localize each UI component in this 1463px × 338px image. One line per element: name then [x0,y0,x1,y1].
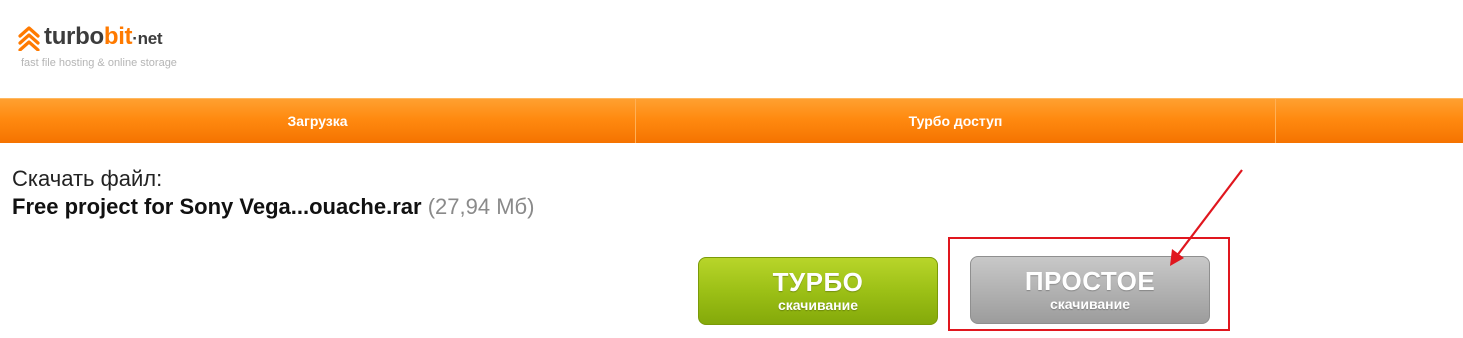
nav-item-extra[interactable] [1276,99,1463,143]
logo-text: turbobit·net [44,23,163,53]
red-arrow-icon [1170,169,1243,266]
turbo-download-button[interactable]: ТУРБО скачивание [698,257,938,325]
nav-item-turbo-access[interactable]: Турбо доступ [636,99,1276,143]
logo-chevron-icon [18,26,40,51]
nav-item-upload[interactable]: Загрузка [0,99,636,143]
site-logo[interactable]: turbobit·net [18,23,163,53]
logo-text-turbo: turbo [44,23,104,50]
turbo-button-title: ТУРБО [772,267,864,297]
turbo-button-subtitle: скачивание [777,297,859,313]
file-name: Free project for Sony Vega...ouache.rar [12,194,422,219]
download-file-info: Free project for Sony Vega...ouache.rar … [12,194,534,220]
main-navbar: Загрузка Турбо доступ [0,98,1463,143]
logo-tagline: fast file hosting & online storage [21,57,177,69]
file-size: (27,94 Мб) [427,194,535,219]
logo-text-net: ·net [132,29,163,48]
logo-text-bit: bit [103,23,133,50]
download-heading: Скачать файл: [12,166,163,191]
